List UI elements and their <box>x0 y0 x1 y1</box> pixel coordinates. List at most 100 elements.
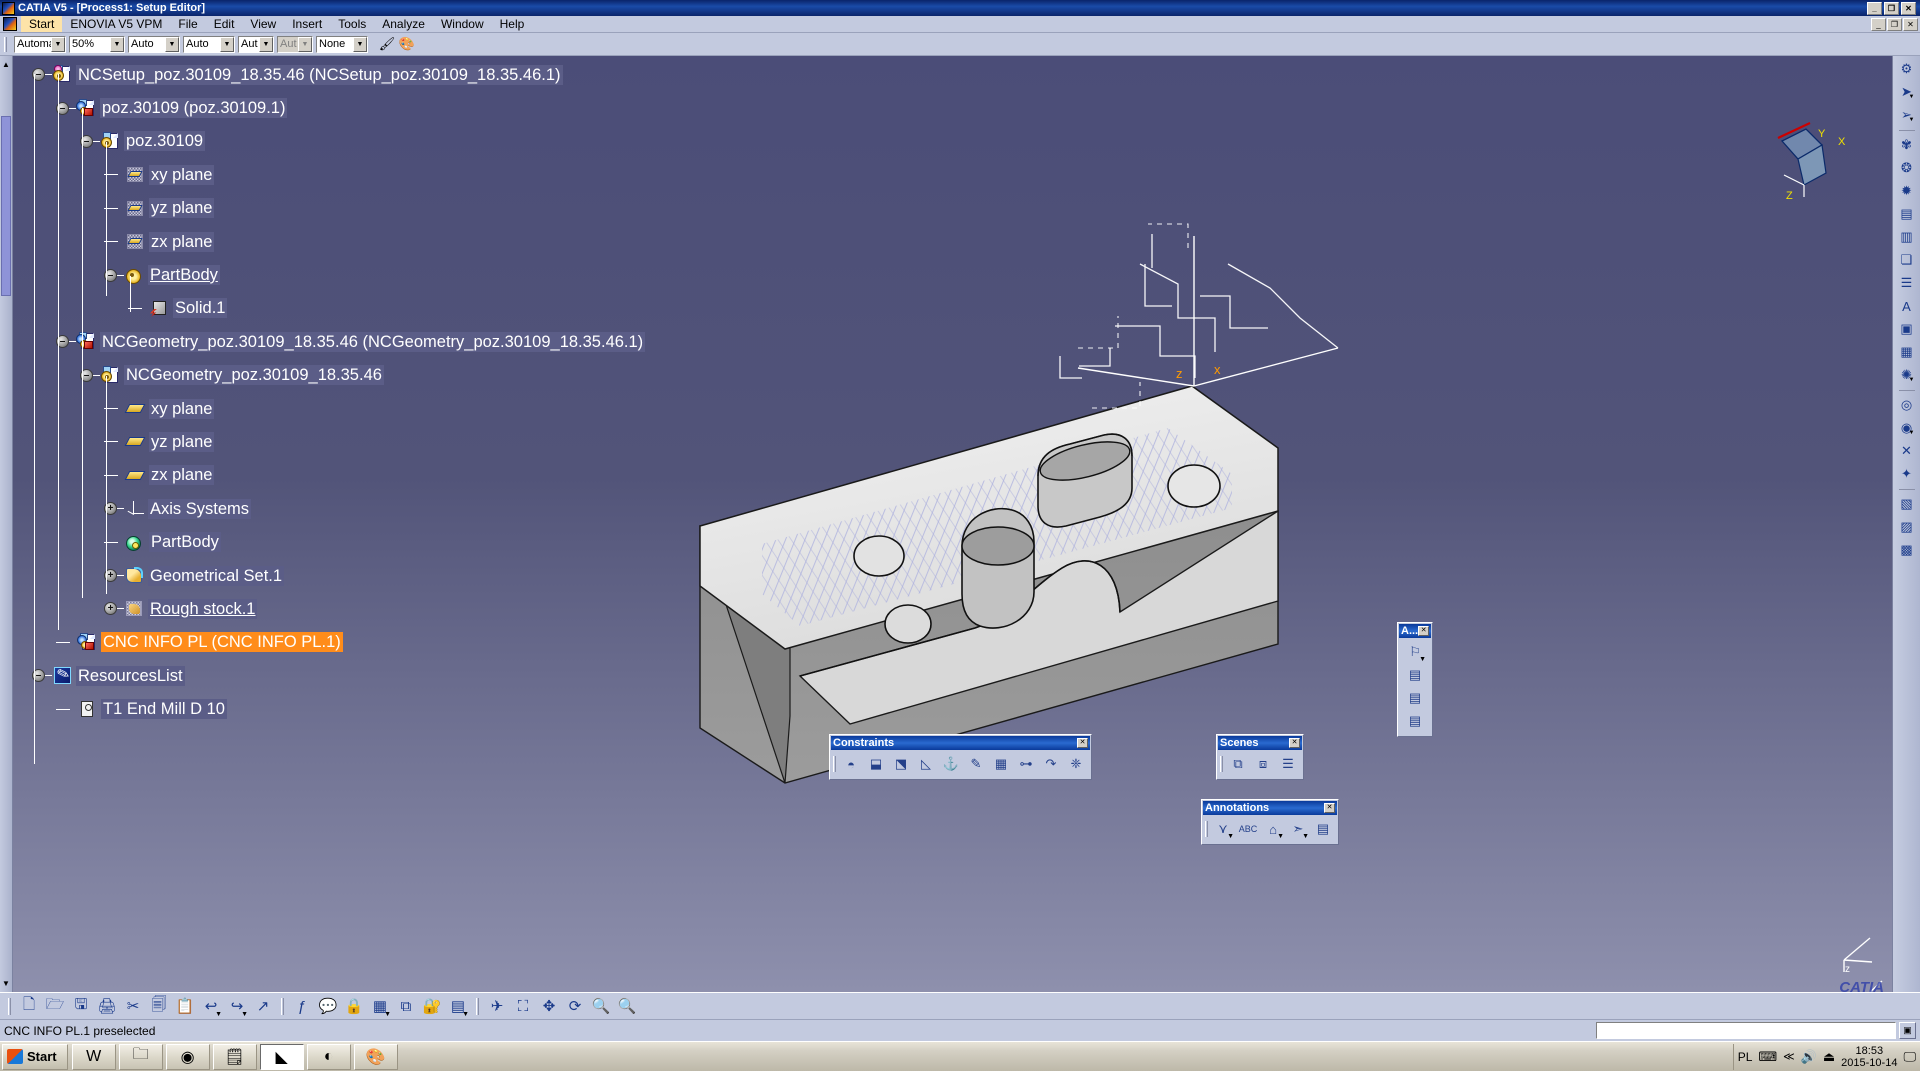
tree-item-zx-plane-1[interactable]: zx plane <box>14 225 774 258</box>
tree-item-label[interactable]: poz.30109 <box>124 131 206 152</box>
apply-material-icon[interactable]: 🎨 <box>397 35 417 53</box>
machining-process-icon[interactable]: ❂ <box>1896 157 1918 179</box>
fix-together-icon[interactable]: ✎ <box>964 753 988 775</box>
menu-file[interactable]: File <box>170 16 205 32</box>
taskbar-paint-icon[interactable]: 🎨 <box>353 1043 398 1070</box>
close-icon[interactable]: ✕ <box>1418 626 1430 636</box>
tree-item-partbody-1[interactable]: – PartBody <box>14 258 774 291</box>
scene-swap-icon[interactable]: ▩ <box>1896 539 1918 561</box>
tree-item-xy-plane-1[interactable]: xy plane <box>14 158 774 191</box>
tree-item-ncsetup-root[interactable]: – NCSetup_poz.30109_18.35.46 (NCSetup_poz… <box>14 58 774 91</box>
scenes-toolbar-titlebar[interactable]: Scenes ✕ <box>1218 736 1302 750</box>
taskbar-word-icon[interactable]: W <box>71 1043 116 1070</box>
enhanced-scene-icon[interactable]: ⧉ <box>1226 753 1250 775</box>
contact-constraint-icon[interactable]: ⬓ <box>864 753 888 775</box>
taskbar-clock[interactable]: 18:53 2015-10-14 <box>1841 1045 1897 1069</box>
coincidence-constraint-icon[interactable]: ◓ <box>839 753 863 775</box>
flexible-rigid-icon[interactable]: ❈ <box>1064 753 1088 775</box>
fly-mode-icon[interactable]: ✈ <box>484 994 510 1018</box>
render-style-combo[interactable]: Auto ▼ <box>128 35 180 53</box>
selection-set-combo[interactable]: None ▼ <box>316 35 368 53</box>
system-tray[interactable]: PL ⌨ ≪ 🔊 ⏏ 18:53 2015-10-14 🖵 <box>1732 1043 1920 1070</box>
list-view-icon[interactable]: ▤ <box>1403 687 1427 709</box>
lock-icon[interactable]: 🔐 <box>419 994 445 1018</box>
close-icon[interactable]: ✕ <box>1324 803 1335 813</box>
tree-item-solid-1[interactable]: Solid.1 <box>14 292 774 325</box>
tray-language[interactable]: PL <box>1738 1050 1753 1064</box>
tree-item-label[interactable]: Axis Systems <box>148 498 252 519</box>
taskbar-notepad-icon[interactable]: 🗒 <box>212 1043 257 1070</box>
tree-item-label[interactable]: Solid.1 <box>173 298 228 319</box>
tree-item-label[interactable]: NCSetup_poz.30109_18.35.46 (NCSetup_poz.… <box>76 64 563 85</box>
tree-item-yz-plane-2[interactable]: yz plane <box>14 425 774 458</box>
annotated-view-icon[interactable]: ▤ <box>1311 818 1335 840</box>
tree-item-label[interactable]: xy plane <box>149 398 215 419</box>
tree-item-label[interactable]: zx plane <box>149 465 215 486</box>
tree-item-cnc-info-pl[interactable]: CNC INFO PL (CNC INFO PL.1) <box>14 626 774 659</box>
expand-node-icon[interactable]: + <box>104 602 117 616</box>
navigation-compass[interactable]: Y X Z <box>1760 111 1855 206</box>
scene-capture-icon[interactable]: ▧ <box>1896 493 1918 515</box>
tree-item-rough-stock-1[interactable]: + Rough stock.1 <box>14 592 774 625</box>
annotations-toolbar-titlebar[interactable]: Annotations ✕ <box>1203 801 1337 815</box>
save-document-icon[interactable]: 🖫 <box>68 994 94 1018</box>
pan-icon[interactable]: ✥ <box>536 994 562 1018</box>
close-button[interactable]: ✕ <box>1901 1 1916 15</box>
tree-item-label[interactable]: NCGeometry_poz.30109_18.35.46 <box>124 365 384 386</box>
tree-item-tool-t1-end-mill[interactable]: T1 End Mill D 10 <box>14 692 774 725</box>
taskbar-nvidia-icon[interactable]: ◐ <box>306 1043 351 1070</box>
view-mode-combo[interactable]: Aut ▼ <box>238 35 274 53</box>
taskbar-explorer-icon[interactable]: 🗀 <box>118 1043 163 1070</box>
tree-item-zx-plane-2[interactable]: zx plane <box>14 459 774 492</box>
tree-item-geometrical-set-1[interactable]: + Geometrical Set.1 <box>14 559 774 592</box>
menu-tools[interactable]: Tools <box>330 16 374 32</box>
list-red-arrow-icon[interactable]: ☰ <box>1896 272 1918 294</box>
doc-close-button[interactable]: ✕ <box>1903 17 1918 31</box>
tree-item-partbody-2[interactable]: PartBody <box>14 525 774 558</box>
change-constraint-icon[interactable]: ⊶ <box>1014 753 1038 775</box>
tool-path-replay-icon[interactable]: ◎ <box>1896 394 1918 416</box>
gears-icon[interactable]: ⚙ <box>1896 58 1918 80</box>
apply-scene-icon[interactable]: ⧈ <box>1251 753 1275 775</box>
tree-item-poz-part[interactable]: – poz.30109 <box>14 125 774 158</box>
tree-item-label[interactable]: ResourcesList <box>76 665 185 686</box>
chevron-down-icon[interactable]: ▼ <box>259 36 273 52</box>
tree-item-label[interactable]: yz plane <box>149 198 215 219</box>
menu-start[interactable]: Start <box>21 16 63 32</box>
windows-taskbar[interactable]: Start W 🗀 ◉ 🗒 ◣ ◐ 🎨 PL ⌨ ≪ 🔊 ⏏ 18:53 2015-10-1… <box>0 1041 1920 1071</box>
select-arrow-icon[interactable]: ➤ ▼ <box>1896 81 1918 103</box>
close-icon[interactable]: ✕ <box>1289 738 1300 748</box>
paste-icon[interactable]: 📋 <box>172 994 198 1018</box>
constraints-toolbar-titlebar[interactable]: Constraints ✕ <box>831 736 1090 750</box>
copy-transform-icon[interactable]: ❏ <box>1896 249 1918 271</box>
panel-toolbar[interactable]: A... ✕ ⚐ ▼ ▤ ▤ ▤ <box>1397 622 1434 737</box>
insert-page-icon[interactable]: ▤ <box>1896 203 1918 225</box>
chevron-down-icon[interactable]: ▼ <box>220 36 234 52</box>
chevron-down-icon[interactable]: ▼ <box>165 36 179 52</box>
tree-item-label[interactable]: Geometrical Set.1 <box>148 565 285 586</box>
doc-minimize-button[interactable]: _ <box>1871 17 1886 31</box>
maximize-button[interactable]: ❐ <box>1884 1 1899 15</box>
simulation-icon[interactable]: ◉ ▼ <box>1896 417 1918 439</box>
comment-icon[interactable]: 💬 <box>315 994 341 1018</box>
tree-item-label[interactable]: Rough stock.1 <box>148 598 258 619</box>
parameters-icon[interactable]: ⧉ <box>393 994 419 1018</box>
tool-path-n-icon[interactable]: ✺ ▼ <box>1896 364 1918 386</box>
safely-remove-icon[interactable]: ⏏ <box>1823 1049 1835 1065</box>
formula-icon[interactable]: ƒ <box>289 994 315 1018</box>
undo-icon[interactable]: ↩ ▼ <box>198 994 224 1018</box>
flag-note-icon[interactable]: ⌂ ▼ <box>1261 818 1285 841</box>
minimize-button[interactable]: _ <box>1867 1 1882 15</box>
scene-browser-icon[interactable]: ☰ <box>1276 753 1300 775</box>
generate-nc-code-icon[interactable]: ✦ <box>1896 463 1918 485</box>
menu-edit[interactable]: Edit <box>206 16 243 32</box>
tree-item-label[interactable]: T1 End Mill D 10 <box>101 699 227 720</box>
tree-item-label[interactable]: PartBody <box>149 532 221 553</box>
tree-item-yz-plane-1[interactable]: yz plane <box>14 192 774 225</box>
tree-item-label[interactable]: yz plane <box>149 431 215 452</box>
scroll-thumb[interactable] <box>1 116 11 296</box>
tree-item-label[interactable]: xy plane <box>149 164 215 185</box>
main-viewport[interactable]: ▲ ▼ z x z CATIA – NCSetup_poz.30109_18.3… <box>0 56 1920 992</box>
cut-icon[interactable]: ✂ <box>120 994 146 1018</box>
tree-item-label[interactable]: poz.30109 (poz.30109.1) <box>100 98 288 119</box>
